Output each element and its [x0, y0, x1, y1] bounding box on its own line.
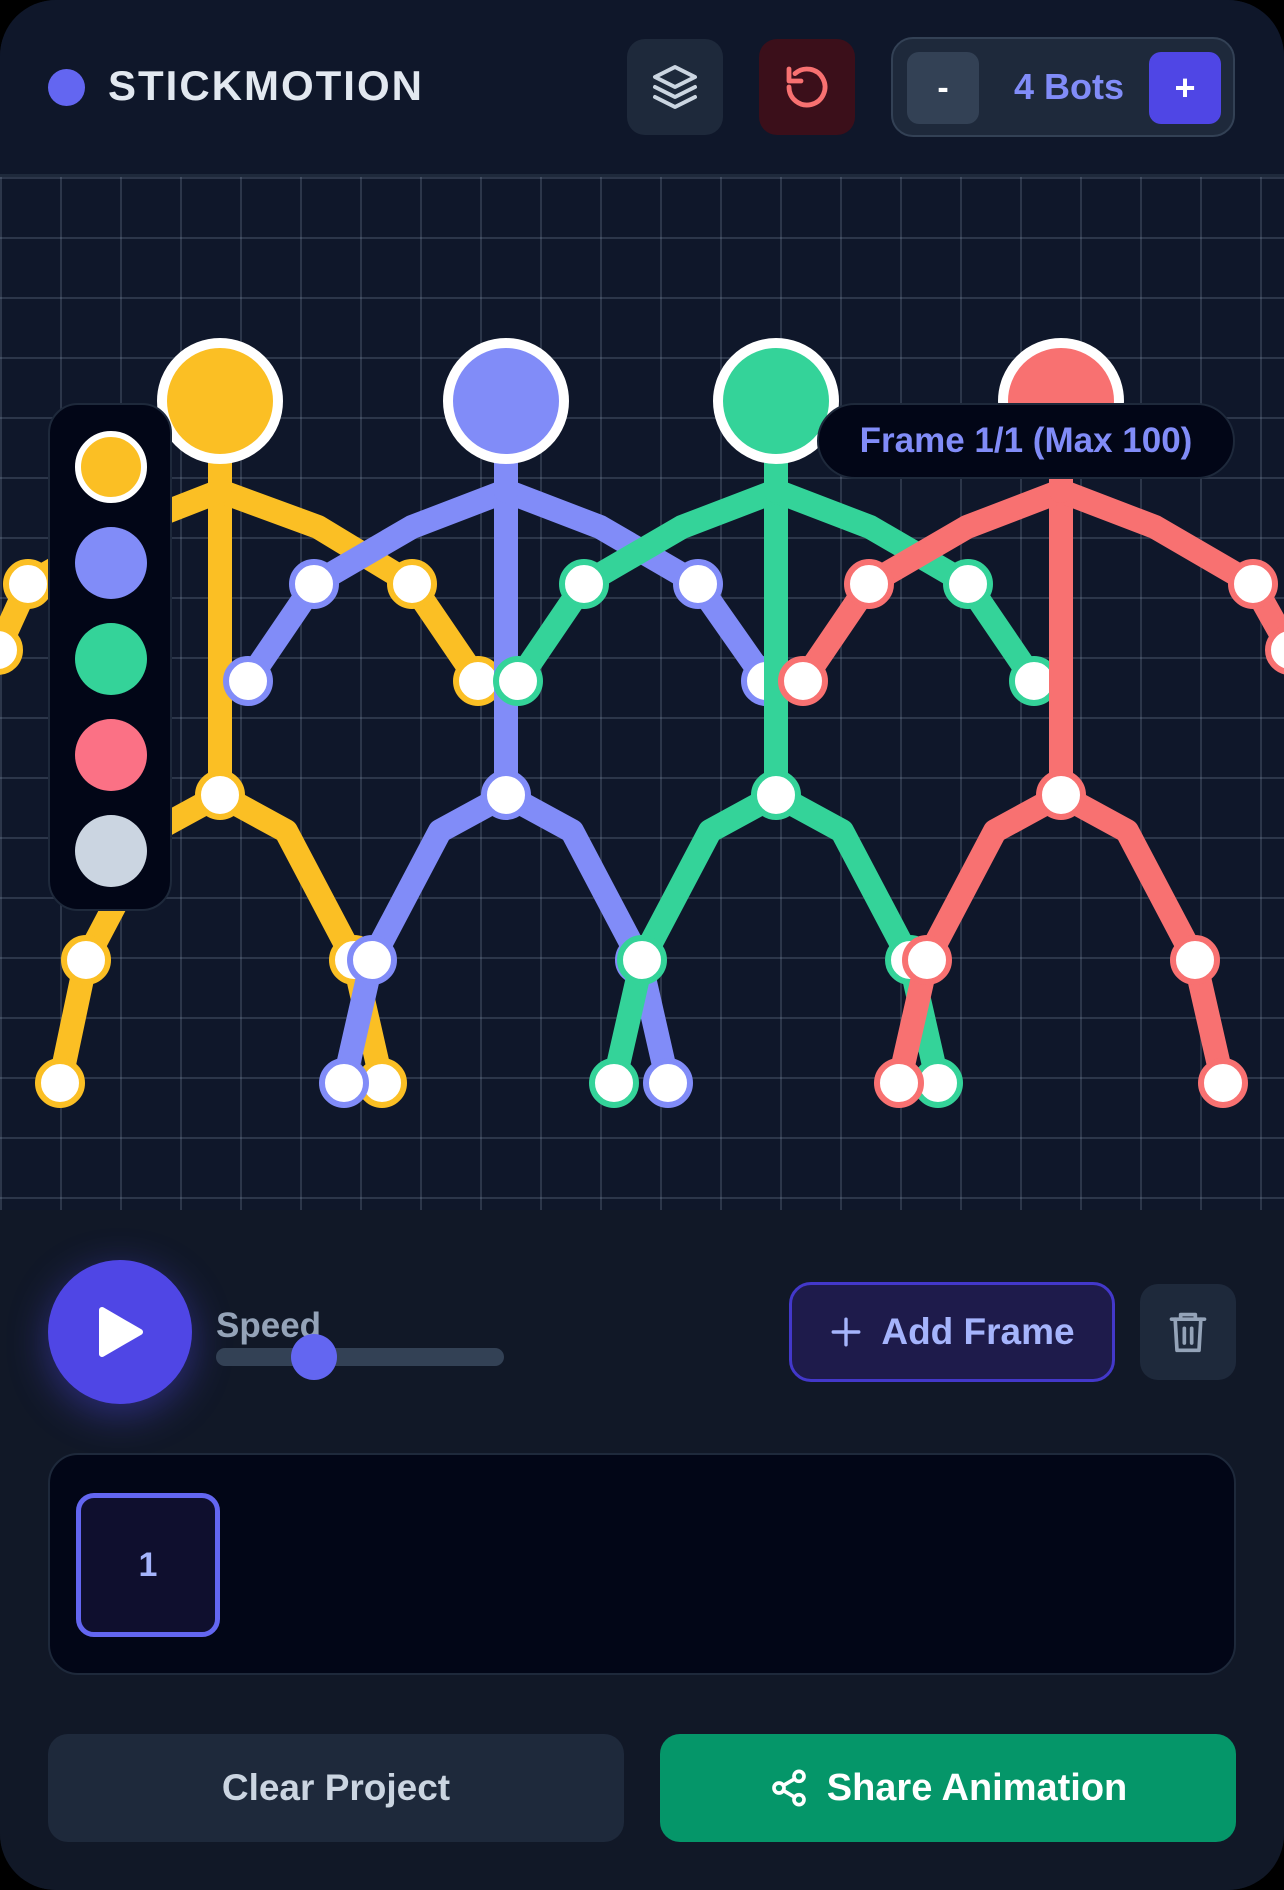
figure-joint-handle[interactable] — [387, 559, 437, 609]
controls-panel: Speed Add Frame 1 Clear Project Share An… — [0, 1210, 1284, 1890]
share-animation-label: Share Animation — [826, 1766, 1128, 1809]
figure-joint-handle[interactable] — [1265, 625, 1284, 675]
figure-joint-handle[interactable] — [874, 1058, 924, 1108]
speed-slider[interactable] — [216, 1334, 504, 1380]
figure-joint-handle[interactable] — [1036, 770, 1086, 820]
figure-joint-handle[interactable] — [3, 559, 53, 609]
figure-joint-handle[interactable] — [589, 1058, 639, 1108]
color-swatch-yellow[interactable] — [75, 431, 147, 503]
play-button[interactable] — [48, 1260, 192, 1404]
figure-joint-handle[interactable] — [1198, 1058, 1248, 1108]
color-swatch-pink[interactable] — [75, 719, 147, 791]
share-animation-button[interactable]: Share Animation — [660, 1734, 1236, 1842]
frame-counter-badge: Frame 1/1 (Max 100) — [817, 403, 1235, 479]
color-swatch-gray[interactable] — [75, 815, 147, 887]
add-bot-button[interactable]: + — [1149, 52, 1221, 124]
figure-joint-handle[interactable] — [751, 770, 801, 820]
figure-joint-handle[interactable] — [1170, 935, 1220, 985]
animation-canvas[interactable]: Frame 1/1 (Max 100) — [0, 177, 1284, 1210]
rotate-ccw-icon — [786, 66, 828, 108]
bot-count-control: - 4 Bots + — [891, 37, 1235, 137]
color-swatch-indigo[interactable] — [75, 527, 147, 599]
frame-thumbnail[interactable]: 1 — [76, 1493, 220, 1637]
add-frame-label: Add Frame — [881, 1311, 1075, 1352]
figure-joint-handle[interactable] — [481, 770, 531, 820]
figure-joint-handle[interactable] — [319, 1058, 369, 1108]
figure-joint-handle[interactable] — [943, 559, 993, 609]
speed-slider-thumb[interactable] — [290, 1334, 337, 1380]
figure-joint-handle[interactable] — [617, 935, 667, 985]
figure-joint-handle[interactable] — [844, 559, 894, 609]
brand-dot — [48, 69, 85, 106]
plus-icon — [831, 1317, 861, 1347]
figure-joint-handle[interactable] — [35, 1058, 85, 1108]
figure-head[interactable] — [157, 338, 283, 464]
color-palette — [48, 403, 172, 911]
figure-joint-handle[interactable] — [289, 559, 339, 609]
reset-button[interactable] — [759, 39, 855, 135]
stick-figure-2[interactable] — [223, 338, 791, 1108]
add-frame-button[interactable]: Add Frame — [789, 1282, 1115, 1382]
app-title: STICKMOTION — [108, 62, 424, 109]
figure-joint-handle[interactable] — [347, 935, 397, 985]
figure-joint-handle[interactable] — [493, 656, 543, 706]
figures-layer[interactable] — [0, 177, 1284, 1210]
figure-joint-handle[interactable] — [61, 935, 111, 985]
figure-joint-handle[interactable] — [643, 1058, 693, 1108]
header-bar: STICKMOTION - 4 Bots + — [0, 0, 1284, 177]
clear-project-button[interactable]: Clear Project — [48, 1734, 624, 1842]
figure-joint-handle[interactable] — [778, 656, 828, 706]
app-window: STICKMOTION - 4 Bots + Frame 1/1 (Max 10… — [0, 0, 1284, 1890]
play-icon — [99, 1307, 143, 1357]
layers-icon — [653, 65, 697, 109]
trash-icon — [1169, 1312, 1207, 1353]
layers-button[interactable] — [627, 39, 723, 135]
color-swatch-green[interactable] — [75, 623, 147, 695]
figure-joint-handle[interactable] — [559, 559, 609, 609]
figure-joint-handle[interactable] — [1228, 559, 1278, 609]
frame-timeline: 1 — [48, 1453, 1236, 1675]
figure-joint-handle[interactable] — [195, 770, 245, 820]
remove-bot-button[interactable]: - — [907, 52, 979, 124]
delete-frame-button[interactable] — [1140, 1284, 1236, 1380]
share-icon — [771, 1769, 806, 1807]
figure-joint-handle[interactable] — [902, 935, 952, 985]
figure-head[interactable] — [443, 338, 569, 464]
figure-joint-handle[interactable] — [223, 656, 273, 706]
figure-joint-handle[interactable] — [0, 625, 23, 675]
bot-count-label: 4 Bots — [1013, 66, 1125, 107]
figure-joint-handle[interactable] — [673, 559, 723, 609]
